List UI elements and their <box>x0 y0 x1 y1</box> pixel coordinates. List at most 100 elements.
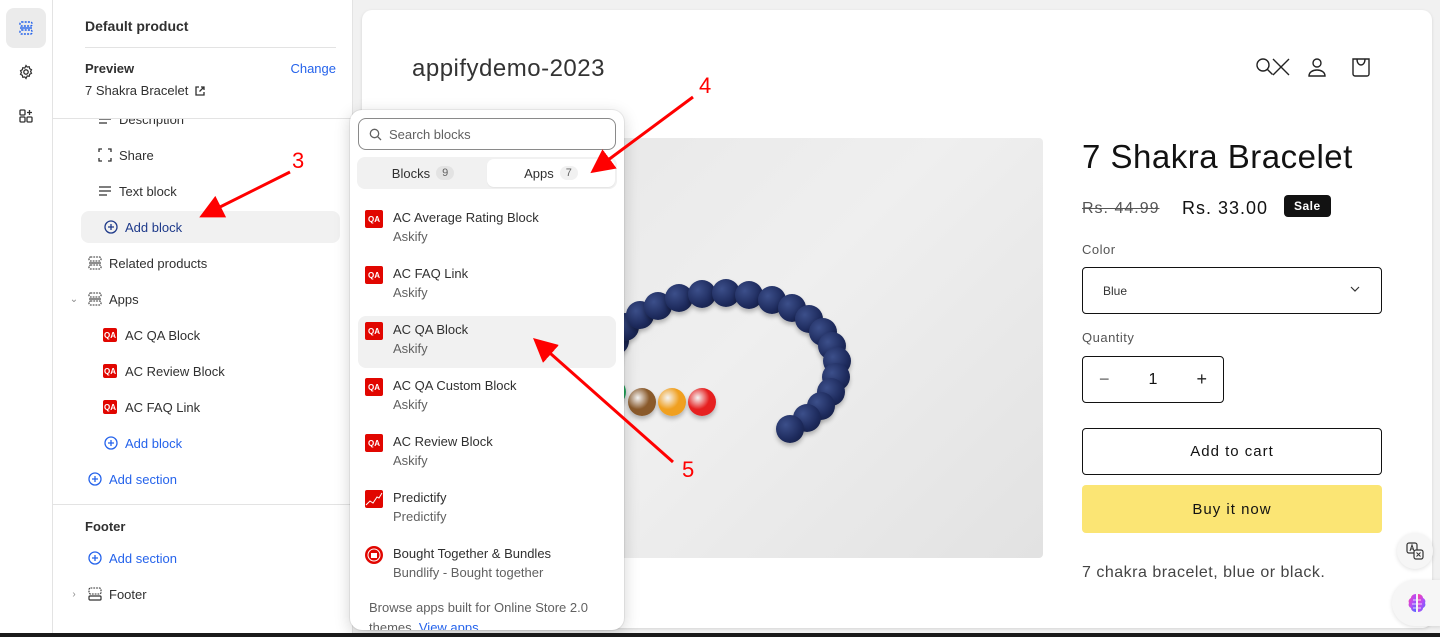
tree-item-footer[interactable]: › Footer <box>67 578 340 610</box>
bracelet-bead <box>658 388 686 416</box>
cart-button[interactable] <box>1350 56 1372 78</box>
add-to-cart-button[interactable]: Add to cart <box>1082 428 1382 475</box>
app-block-item[interactable]: QA AC Review Block Askify <box>358 428 616 480</box>
apps-icon <box>19 109 33 123</box>
footer-section-icon <box>87 586 103 602</box>
change-preview-link[interactable]: Change <box>290 61 336 76</box>
app-vendor: Askify <box>393 341 428 356</box>
ai-assistant-button[interactable] <box>1392 580 1440 626</box>
sale-badge: Sale <box>1284 195 1331 217</box>
app-block-item[interactable]: Bought Together & Bundles Bundlify - Boug… <box>358 540 616 592</box>
app-block-name: Bought Together & Bundles <box>393 546 552 561</box>
sections-button[interactable] <box>6 8 46 48</box>
preview-product[interactable]: 7 Shakra Bracelet <box>85 83 206 98</box>
bracelet-bead <box>775 414 804 443</box>
tab-label: Blocks <box>391 165 431 181</box>
search-close-button[interactable] <box>1254 56 1292 78</box>
app-block-list: QA AC Average Rating Block Askify QA AC F… <box>358 204 616 596</box>
app-embeds-button[interactable] <box>6 96 46 136</box>
chevron-down-icon[interactable]: ⌄ <box>67 294 81 305</box>
footer-add-section-button[interactable]: Add section <box>87 542 340 574</box>
tree-item-label: Footer <box>109 586 147 602</box>
app-block-name: AC Average Rating Block <box>393 210 539 225</box>
tree-item-label: Share <box>119 147 154 163</box>
left-rail <box>0 0 53 637</box>
close-icon <box>1272 58 1290 76</box>
user-icon <box>1308 58 1326 77</box>
preview-product-name: 7 Shakra Bracelet <box>85 83 189 98</box>
tab-count-badge: 9 <box>436 166 455 180</box>
tab-count-badge: 7 <box>559 166 578 180</box>
template-title: Default product <box>85 18 189 34</box>
app-block-name: AC FAQ Link <box>393 266 469 281</box>
share-block-icon <box>97 147 113 163</box>
app-block-name: AC Review Block <box>393 434 493 449</box>
tree-item-label: Text block <box>119 183 177 199</box>
app-block-item[interactable]: QA AC Average Rating Block Askify <box>358 204 616 256</box>
app-block-item[interactable]: QA AC QA Block Askify <box>358 316 616 368</box>
tree-item-related-products[interactable]: Related products <box>87 247 340 279</box>
askify-icon: QA <box>365 322 383 340</box>
search-blocks-input[interactable] <box>389 126 589 142</box>
cart-bag-icon <box>1352 58 1370 77</box>
increase-quantity-button[interactable]: + <box>1196 369 1207 390</box>
taskbar-edge <box>0 633 1440 637</box>
plus-circle-icon <box>103 435 119 451</box>
decrease-quantity-button[interactable]: − <box>1099 369 1110 390</box>
askify-icon: QA <box>365 210 383 228</box>
add-block-label: Add block <box>125 219 183 235</box>
add-block-button[interactable]: Add block <box>81 211 340 243</box>
bracelet-bead <box>688 388 716 416</box>
account-button[interactable] <box>1306 56 1328 78</box>
app-block-name: Predictify <box>393 490 447 505</box>
annotation-number: 5 <box>682 457 695 482</box>
text-lines-icon <box>97 183 113 199</box>
apps-add-block-button[interactable]: Add block <box>103 427 340 459</box>
tree-item-label: AC QA Block <box>125 327 201 343</box>
predictify-icon <box>365 490 383 508</box>
tree-item-apps[interactable]: ⌄ Apps <box>67 283 340 315</box>
tree-item-app-block[interactable]: QA AC FAQ Link <box>103 391 340 423</box>
translate-widget-button[interactable] <box>1397 533 1433 569</box>
tree-item-text-block[interactable]: Text block <box>97 175 340 207</box>
divider <box>85 47 336 48</box>
tab-apps[interactable]: Apps 7 <box>487 159 615 187</box>
tab-blocks[interactable]: Blocks 9 <box>359 159 487 187</box>
store-name[interactable]: appifydemo-2023 <box>412 55 605 83</box>
section-icon <box>87 255 103 271</box>
tree-item-app-block[interactable]: QA AC QA Block <box>103 319 340 351</box>
buy-now-button[interactable]: Buy it now <box>1082 485 1382 533</box>
chevron-down-icon <box>1350 286 1360 292</box>
search-blocks-field[interactable] <box>358 118 616 150</box>
add-section-label: Add section <box>109 550 177 566</box>
app-block-item[interactable]: Predictify Predictify <box>358 484 616 536</box>
chevron-right-icon[interactable]: › <box>67 589 81 600</box>
sale-price: Rs. 33.00 <box>1182 198 1269 218</box>
add-section-button[interactable]: Add section <box>87 463 340 495</box>
regular-price: Rs. 44.99 <box>1082 200 1160 217</box>
theme-settings-button[interactable] <box>6 52 46 92</box>
tree-item-description[interactable]: Description <box>97 119 340 135</box>
askify-icon: QA <box>365 266 383 284</box>
external-link-icon[interactable] <box>194 85 206 97</box>
app-vendor: Askify <box>393 397 428 412</box>
app-block-item[interactable]: QA AC FAQ Link Askify <box>358 260 616 312</box>
brain-icon <box>1408 594 1426 612</box>
tree-item-label: Related products <box>109 255 208 271</box>
app-block-item[interactable]: QA AC QA Custom Block Askify <box>358 372 616 424</box>
add-block-popover: Blocks 9 Apps 7 QA AC Average Rating Blo… <box>350 110 624 630</box>
browse-apps-text: Browse apps built for Online Store 2.0 t… <box>369 598 609 630</box>
product-image[interactable] <box>602 138 1043 558</box>
app-vendor: Askify <box>393 229 428 244</box>
view-apps-link[interactable]: View apps <box>419 620 479 630</box>
sections-icon <box>19 21 33 35</box>
color-value: Blue <box>1103 283 1128 298</box>
quantity-value[interactable]: 1 <box>1149 371 1158 389</box>
tree-item-label: AC FAQ Link <box>125 399 201 415</box>
askify-icon: QA <box>103 328 117 342</box>
footer-group-label: Footer <box>85 519 126 534</box>
tree-item-label: Apps <box>109 291 139 307</box>
tree-item-app-block[interactable]: QA AC Review Block <box>103 355 340 387</box>
tab-label: Apps <box>524 165 554 181</box>
color-select[interactable]: Blue <box>1082 267 1382 314</box>
